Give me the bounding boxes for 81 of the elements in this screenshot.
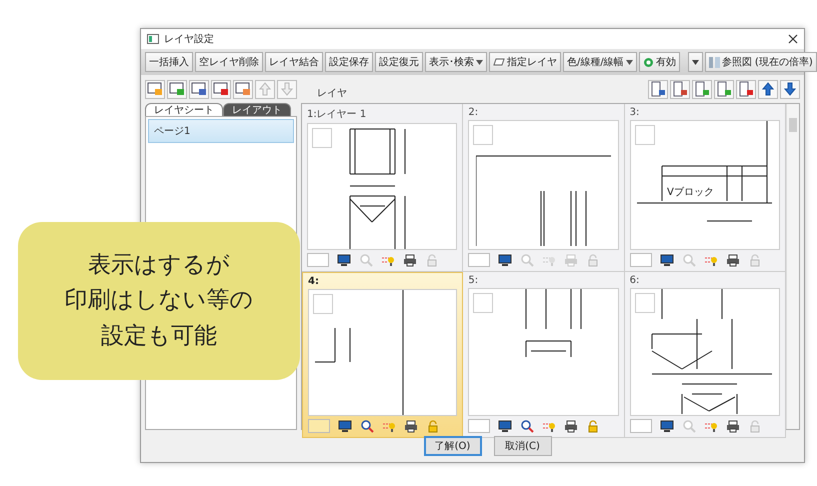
toolbar-button[interactable]: レイヤ結合 [265, 52, 323, 72]
monitor-icon[interactable] [498, 254, 512, 266]
blank-square-icon [634, 125, 655, 145]
toolbar-button[interactable]: 一括挿入 [145, 52, 193, 72]
window-title: レイヤ設定 [164, 32, 215, 46]
sheet-tool-button[interactable] [211, 80, 231, 98]
color-swatch[interactable] [630, 253, 652, 267]
sheet-tool-button[interactable] [145, 80, 165, 98]
blank-square-icon [634, 293, 655, 313]
layer-tool-button[interactable] [692, 80, 712, 98]
monitor-icon[interactable] [660, 420, 674, 432]
callout-text: 表示はするが [88, 250, 230, 280]
lock-icon[interactable] [586, 420, 600, 432]
printer-icon[interactable] [726, 420, 740, 432]
printer-icon[interactable] [403, 254, 417, 266]
blank-square-icon [313, 294, 333, 314]
tab[interactable]: レイヤシート [145, 103, 223, 116]
toolbar-button[interactable]: 指定レイヤ [489, 52, 561, 72]
blank-square-icon [312, 128, 332, 148]
close-icon[interactable] [788, 34, 798, 44]
sheet-tool-button[interactable] [167, 80, 187, 98]
sheet-tool-button[interactable] [233, 80, 253, 98]
tab[interactable]: レイアウト [223, 103, 291, 116]
layer-tool-button[interactable] [648, 80, 668, 98]
color-swatch[interactable] [468, 419, 490, 433]
toolbar-button[interactable]: 空レイヤ削除 [195, 52, 263, 72]
layer-tile[interactable]: 3: Vブロック [624, 104, 786, 272]
columns-icon [708, 56, 720, 68]
color-swatch[interactable] [630, 419, 652, 433]
toolbar-button[interactable]: 設定復元 [375, 52, 423, 72]
toolbar-button[interactable]: 参照図 (現在の倍率) [704, 52, 817, 72]
monitor-icon[interactable] [337, 254, 351, 266]
window-icon [147, 34, 159, 44]
layer-tile[interactable]: 5: [463, 272, 625, 438]
layer-panel-title: レイヤ [317, 87, 348, 101]
layer-tile[interactable]: 2: [463, 104, 625, 272]
layer-tile[interactable]: 1:レイヤー 1 [302, 104, 464, 272]
layer-tile[interactable]: 6: [624, 272, 786, 438]
printer-icon[interactable] [726, 254, 740, 266]
monitor-icon[interactable] [498, 420, 512, 432]
caret-icon [692, 60, 699, 64]
blank-square-icon [473, 125, 494, 145]
dialog-button[interactable]: 取消(C) [494, 436, 552, 456]
layer-label: 1:レイヤー 1 [307, 108, 368, 121]
callout-text: 印刷はしない等の [64, 286, 254, 316]
printer-icon[interactable] [404, 420, 418, 432]
dropdown-button[interactable]: 色/線種/線幅 [563, 52, 637, 72]
callout-text: 設定も可能 [101, 322, 217, 351]
layer-label: 3: [630, 107, 640, 118]
caret-icon [476, 60, 483, 64]
layer-tool-button[interactable] [714, 80, 734, 98]
caret-icon [626, 60, 633, 64]
cad-drawing [525, 289, 582, 358]
color-swatch[interactable] [308, 419, 330, 433]
monitor-icon[interactable] [338, 420, 352, 432]
blank-square-icon [473, 293, 494, 313]
layer-tile[interactable]: 4: [302, 272, 464, 438]
down-arrow-button[interactable] [780, 80, 800, 98]
sheet-tool-button[interactable] [189, 80, 209, 98]
magnifier-icon[interactable] [520, 420, 534, 432]
sheet-item[interactable]: ページ1 [148, 119, 294, 143]
printer-icon[interactable] [564, 420, 578, 432]
toolbar-button[interactable]: 設定保存 [325, 52, 373, 72]
magnifier-icon[interactable] [360, 420, 374, 432]
dropdown-button[interactable]: 表示･検索 [425, 52, 487, 72]
layer-tool-button[interactable] [670, 80, 690, 98]
layer-tool-button[interactable] [736, 80, 756, 98]
dropdown-button[interactable] [688, 52, 703, 72]
drawing-label: Vブロック [667, 187, 714, 198]
color-swatch[interactable] [307, 253, 329, 267]
scrollbar[interactable] [786, 104, 799, 429]
up-arrow-button[interactable] [758, 80, 778, 98]
toggle-button[interactable]: 有効 [638, 52, 680, 72]
layer-label: 4: [308, 276, 320, 287]
layer-label: 2: [468, 107, 480, 118]
layer-label: 6: [630, 275, 640, 286]
layer-label: 5: [468, 275, 480, 286]
dialog-button[interactable]: 了解(O) [424, 436, 482, 456]
color-swatch[interactable] [468, 253, 490, 267]
monitor-icon[interactable] [660, 254, 674, 266]
parallelogram-icon [493, 58, 505, 66]
